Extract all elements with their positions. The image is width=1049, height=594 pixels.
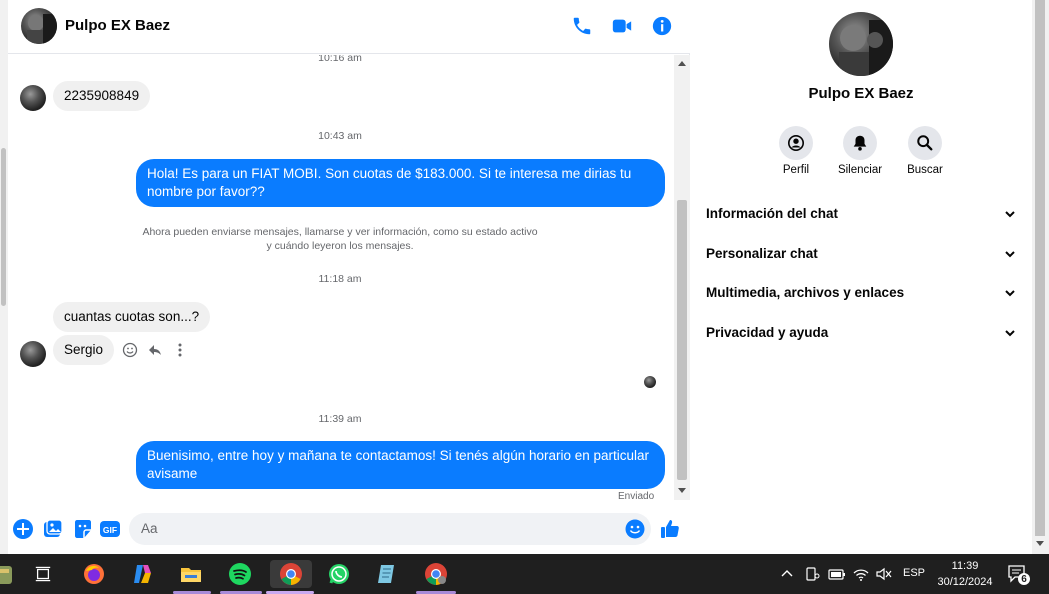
contact-avatar[interactable] xyxy=(21,8,57,44)
incoming-message[interactable]: Sergio xyxy=(53,335,115,365)
search-icon[interactable] xyxy=(908,126,942,160)
sender-avatar[interactable] xyxy=(20,85,46,111)
svg-text:GIF: GIF xyxy=(103,525,117,535)
chat-scrollbar[interactable] xyxy=(674,55,690,500)
message-list[interactable]: 10:16 am 2235908849 10:43 am Hola! Es pa… xyxy=(8,55,690,505)
scroll-up-arrow[interactable] xyxy=(678,61,686,66)
language-indicator[interactable]: ESP xyxy=(903,567,925,579)
timestamp: 10:43 am xyxy=(318,130,362,142)
react-emoji-icon[interactable] xyxy=(122,342,138,358)
photo-icon[interactable] xyxy=(42,518,64,540)
firefox-icon[interactable] xyxy=(80,560,108,588)
mute-action[interactable]: Silenciar xyxy=(830,126,890,176)
section-label: Multimedia, archivos y enlaces xyxy=(706,285,905,300)
chevron-down-icon xyxy=(1005,330,1015,337)
profile-icon[interactable] xyxy=(779,126,813,160)
timestamp: 11:18 am xyxy=(318,273,362,285)
system-notice: Ahora pueden enviarse mensajes, llamarse… xyxy=(128,225,552,253)
bell-icon[interactable] xyxy=(843,126,877,160)
scroll-down-arrow[interactable] xyxy=(1036,541,1044,546)
chevron-down-icon xyxy=(1005,211,1015,218)
incoming-message[interactable]: 2235908849 xyxy=(53,81,151,111)
timestamp: 11:39 am xyxy=(318,413,362,425)
scroll-down-arrow[interactable] xyxy=(678,488,686,493)
page-scrollbar-left[interactable] xyxy=(0,0,8,554)
more-actions-plus-icon[interactable] xyxy=(12,518,34,540)
section-privacy-help[interactable]: Privacidad y ayuda xyxy=(706,325,1018,340)
clock[interactable]: 11:39 30/12/2024 xyxy=(933,558,997,590)
task-view-icon[interactable] xyxy=(29,560,57,588)
search-action[interactable]: Buscar xyxy=(895,126,955,176)
sticker-icon[interactable] xyxy=(72,518,94,540)
system-notice-line: Ahora pueden enviarse mensajes, llamarse… xyxy=(142,226,538,238)
desktop-widget-icon[interactable] xyxy=(0,560,16,588)
like-thumbs-up-icon[interactable] xyxy=(659,518,681,540)
info-icon[interactable] xyxy=(651,15,673,37)
contact-name[interactable]: Pulpo EX Baez xyxy=(65,17,170,34)
battery-icon[interactable] xyxy=(828,566,846,582)
device-icon[interactable] xyxy=(804,566,820,582)
copilot-icon[interactable] xyxy=(128,560,156,588)
incoming-message[interactable]: cuantas cuotas son...? xyxy=(53,302,211,332)
chevron-down-icon xyxy=(1005,251,1015,258)
reply-icon[interactable] xyxy=(147,342,163,358)
chevron-down-icon xyxy=(1005,290,1015,297)
notification-count-badge: 6 xyxy=(1021,574,1027,585)
system-notice-line: y cuándo leyeron los mensajes. xyxy=(266,240,414,252)
windows-taskbar: ESP 11:39 30/12/2024 6 xyxy=(0,554,1049,594)
clock-time: 11:39 xyxy=(951,560,979,572)
panel-contact-name: Pulpo EX Baez xyxy=(808,85,914,102)
delivery-status: Enviado xyxy=(618,491,655,502)
chat-column: Pulpo EX Baez 10:16 am 2235908849 10:43 … xyxy=(8,0,690,554)
profile-action-label: Perfil xyxy=(782,164,810,176)
search-action-label: Buscar xyxy=(907,164,943,176)
mute-action-label: Silenciar xyxy=(837,164,883,176)
scroll-thumb[interactable] xyxy=(1,148,6,306)
read-receipt-avatar xyxy=(644,376,656,388)
timestamp: 10:16 am xyxy=(318,55,362,64)
phone-icon[interactable] xyxy=(571,15,593,37)
scroll-thumb[interactable] xyxy=(1035,0,1045,536)
messenger-app: Pulpo EX Baez 10:16 am 2235908849 10:43 … xyxy=(0,0,1049,554)
message-composer: GIF Aa xyxy=(8,505,690,554)
section-media-files-links[interactable]: Multimedia, archivos y enlaces xyxy=(706,285,1018,300)
chevron-up-icon[interactable] xyxy=(779,566,795,580)
outgoing-message[interactable]: Hola! Es para un FIAT MOBI. Son cuotas d… xyxy=(136,159,665,207)
spotify-icon[interactable] xyxy=(226,560,254,588)
chrome-icon-active[interactable] xyxy=(270,560,312,588)
page-scrollbar-right[interactable] xyxy=(1032,0,1049,554)
file-explorer-icon[interactable] xyxy=(177,560,205,588)
profile-action[interactable]: Perfil xyxy=(766,126,826,176)
emoji-icon[interactable] xyxy=(624,518,646,540)
whatsapp-icon[interactable] xyxy=(325,560,353,588)
chrome-profile-icon[interactable] xyxy=(422,560,450,588)
more-options-icon[interactable] xyxy=(173,342,187,358)
speaker-muted-icon[interactable] xyxy=(875,566,893,582)
section-chat-info[interactable]: Información del chat xyxy=(706,206,1018,221)
notepad-icon[interactable] xyxy=(373,560,401,588)
message-input[interactable]: Aa xyxy=(129,513,651,545)
panel-avatar[interactable] xyxy=(829,12,893,76)
video-call-icon[interactable] xyxy=(611,15,633,37)
conversation-info-panel: Pulpo EX Baez Perfil Silenciar Buscar In… xyxy=(690,0,1032,554)
gif-icon[interactable]: GIF xyxy=(99,518,121,540)
section-label: Personalizar chat xyxy=(706,246,818,261)
chat-header: Pulpo EX Baez xyxy=(8,0,690,54)
sender-avatar[interactable] xyxy=(20,341,46,367)
clock-date: 30/12/2024 xyxy=(937,576,993,588)
section-customize-chat[interactable]: Personalizar chat xyxy=(706,246,1018,261)
scroll-thumb[interactable] xyxy=(677,200,687,480)
section-label: Información del chat xyxy=(706,206,839,221)
section-label: Privacidad y ayuda xyxy=(706,325,829,340)
outgoing-message[interactable]: Buenisimo, entre hoy y mañana te contact… xyxy=(136,441,665,489)
wifi-icon[interactable] xyxy=(852,566,870,582)
